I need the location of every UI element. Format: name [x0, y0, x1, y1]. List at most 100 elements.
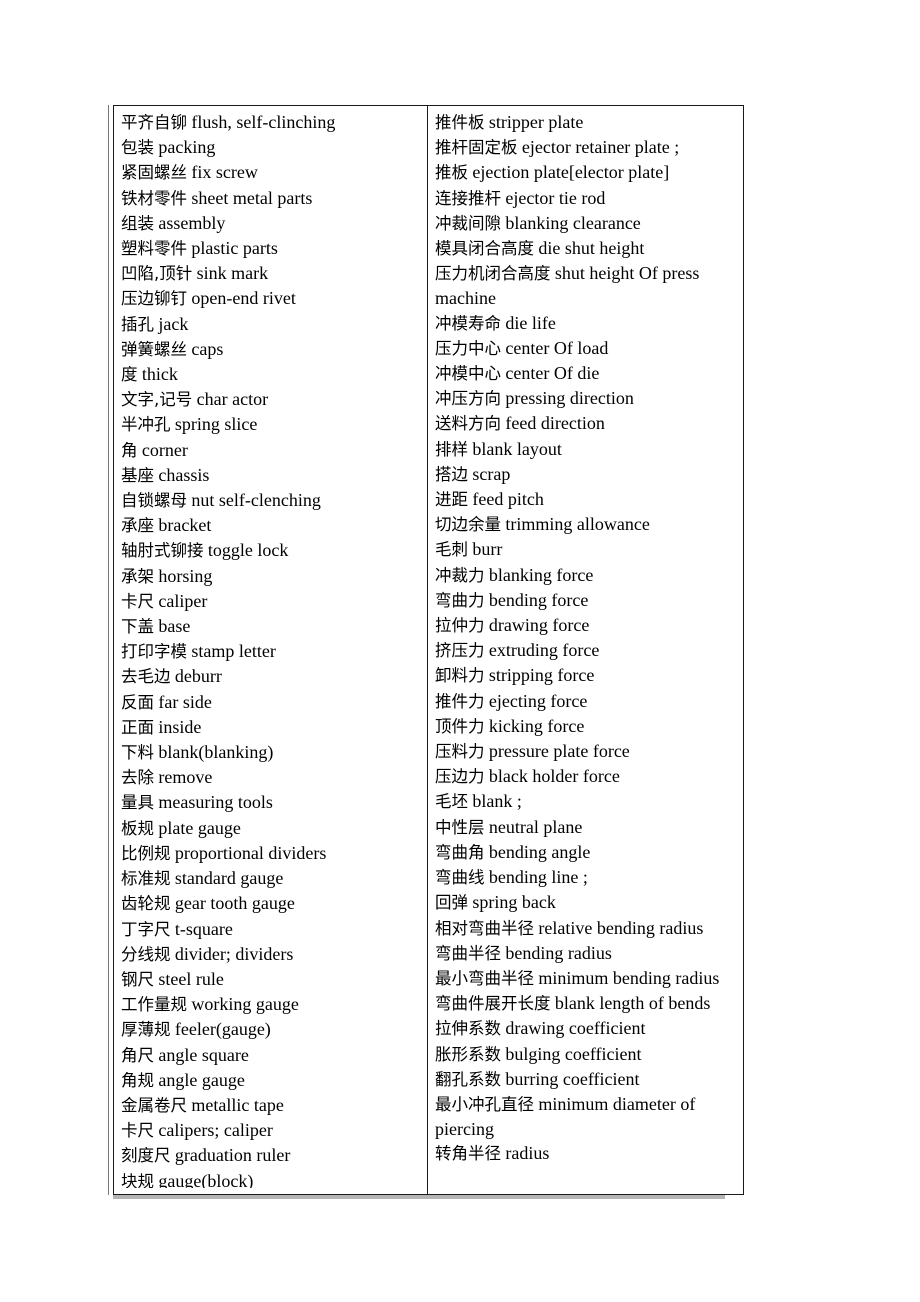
glossary-term-english: plastic parts — [191, 238, 278, 259]
glossary-term-english: open-end rivet — [191, 288, 296, 309]
glossary-term-english: stamp letter — [191, 641, 276, 662]
glossary-term-english: stripping force — [488, 665, 595, 686]
glossary-term-english: metallic tape — [191, 1094, 284, 1115]
glossary-entry: 最小冲孔直径 minimum diameter of piercing — [435, 1092, 739, 1141]
glossary-term-english: sink mark — [196, 263, 269, 284]
glossary-term-chinese: 金属卷尺 — [121, 1095, 187, 1115]
glossary-entry: 组装 assembly — [121, 211, 423, 236]
glossary-term-chinese: 插孔 — [121, 314, 154, 334]
glossary-entry: 角 corner — [121, 438, 423, 463]
glossary-entry: 工作量规 working gauge — [121, 992, 423, 1017]
glossary-term-chinese: 弯曲件展开长度 — [435, 994, 551, 1014]
glossary-term-chinese: 冲模中心 — [435, 364, 501, 384]
glossary-term-chinese: 送料方向 — [435, 414, 501, 434]
glossary-entry: 冲裁间隙 blanking clearance — [435, 211, 739, 236]
glossary-entry: 翻孔系数 burring coefficient — [435, 1067, 739, 1092]
glossary-entry: 压力机闭合高度 shut height Of press machine — [435, 261, 739, 310]
glossary-term-english: jack — [158, 313, 189, 334]
glossary-term-chinese: 转角半径 — [435, 1144, 501, 1164]
glossary-term-english: thick — [141, 364, 178, 385]
glossary-entry: 度 thick — [121, 362, 423, 387]
glossary-term-english: gauge(block) — [158, 1170, 254, 1188]
glossary-term-english: caliper — [158, 590, 208, 611]
glossary-entry: 压力中心 center Of load — [435, 336, 739, 361]
glossary-entry: 压料力 pressure plate force — [435, 739, 739, 764]
glossary-entry: 回弹 spring back — [435, 890, 739, 915]
glossary-term-english: pressure plate force — [488, 741, 630, 762]
glossary-entry: 金属卷尺 metallic tape — [121, 1093, 423, 1118]
glossary-term-chinese: 包装 — [121, 138, 154, 158]
glossary-entry: 卡尺 calipers; caliper — [121, 1118, 423, 1143]
glossary-term-english: bending line ; — [488, 867, 588, 888]
glossary-entry: 弯曲件展开长度 blank length of bends — [435, 991, 739, 1016]
glossary-term-english: char actor — [196, 389, 269, 410]
glossary-term-chinese: 排样 — [435, 439, 468, 459]
glossary-term-english: blanking clearance — [505, 212, 641, 233]
glossary-term-chinese: 丁字尺 — [121, 919, 171, 939]
glossary-term-english: neutral plane — [488, 816, 583, 837]
glossary-term-english: working gauge — [191, 994, 299, 1015]
glossary-term-english: divider; dividers — [174, 943, 294, 964]
glossary-entry: 卸料力 stripping force — [435, 663, 739, 688]
glossary-term-english: remove — [158, 767, 213, 788]
glossary-term-chinese: 角规 — [121, 1070, 154, 1090]
glossary-term-chinese: 模具闭合高度 — [435, 239, 534, 259]
glossary-term-english: blank layout — [472, 438, 562, 459]
glossary-term-chinese: 弹簧螺丝 — [121, 339, 187, 359]
glossary-term-english: sheet metal parts — [191, 187, 313, 208]
glossary-entry: 反面 far side — [121, 690, 423, 715]
glossary-term-english: measuring tools — [158, 792, 273, 813]
glossary-term-english: center Of die — [505, 363, 600, 384]
glossary-entry: 厚薄规 feeler(gauge) — [121, 1017, 423, 1042]
glossary-entry: 半冲孔 spring slice — [121, 412, 423, 437]
glossary-term-english: chassis — [158, 464, 210, 485]
glossary-term-chinese: 比例规 — [121, 843, 171, 863]
table-row: 平齐自铆 flush, self-clinching 包装 packing 紧固螺丝… — [113, 105, 744, 1195]
glossary-term-english: black holder force — [488, 766, 620, 787]
glossary-term-chinese: 工作量规 — [121, 995, 187, 1015]
glossary-term-chinese: 钢尺 — [121, 969, 154, 989]
glossary-term-chinese: 最小冲孔直径 — [435, 1094, 534, 1114]
glossary-term-chinese: 压边铆钉 — [121, 289, 187, 309]
glossary-entry: 铁材零件 sheet metal parts — [121, 186, 423, 211]
glossary-term-english: packing — [158, 137, 216, 158]
glossary-term-chinese: 轴肘式铆接 — [121, 541, 204, 561]
glossary-term-chinese: 块规 — [121, 1171, 154, 1188]
glossary-term-chinese: 基座 — [121, 465, 154, 485]
table-outer-frame: 平齐自铆 flush, self-clinching 包装 packing 紧固螺丝… — [108, 105, 744, 1199]
glossary-term-chinese: 压边力 — [435, 767, 485, 787]
glossary-entry: 连接推杆 ejector tie rod — [435, 186, 739, 211]
glossary-term-chinese: 压料力 — [435, 742, 485, 762]
glossary-term-english: radius — [505, 1143, 550, 1164]
glossary-entry: 打印字模 stamp letter — [121, 639, 423, 664]
glossary-term-english: feed direction — [505, 413, 605, 434]
glossary-term-chinese: 承座 — [121, 516, 154, 536]
glossary-entry: 压边铆钉 open-end rivet — [121, 286, 423, 311]
glossary-term-english: blanking force — [488, 564, 594, 585]
glossary-table-body: 平齐自铆 flush, self-clinching 包装 packing 紧固螺丝… — [113, 105, 744, 1195]
glossary-term-chinese: 组装 — [121, 213, 154, 233]
glossary-term-chinese: 冲裁间隙 — [435, 213, 501, 233]
glossary-entry: 基座 chassis — [121, 463, 423, 488]
glossary-term-english: kicking force — [488, 715, 585, 736]
glossary-entry: 块规 gauge(block) — [121, 1169, 423, 1188]
glossary-term-english: calipers; caliper — [158, 1120, 273, 1141]
glossary-entry: 凹陷,顶针 sink mark — [121, 261, 423, 286]
glossary-entry: 推板 ejection plate[elector plate] — [435, 160, 739, 185]
glossary-term-chinese: 最小弯曲半径 — [435, 968, 534, 988]
glossary-term-english: ejector tie rod — [505, 187, 606, 208]
glossary-entry: 平齐自铆 flush, self-clinching — [121, 110, 423, 135]
glossary-term-chinese: 弯曲角 — [435, 842, 485, 862]
glossary-term-chinese: 进距 — [435, 490, 468, 510]
glossary-term-chinese: 打印字模 — [121, 642, 187, 662]
glossary-entry: 轴肘式铆接 toggle lock — [121, 538, 423, 563]
glossary-entry: 标准规 standard gauge — [121, 866, 423, 891]
glossary-term-english: scrap — [472, 463, 511, 484]
glossary-entry: 插孔 jack — [121, 312, 423, 337]
glossary-term-chinese: 自锁螺母 — [121, 491, 187, 511]
glossary-term-english: spring back — [472, 892, 556, 913]
glossary-term-chinese: 拉仲力 — [435, 616, 485, 636]
glossary-entry: 毛坯 blank ; — [435, 789, 739, 814]
glossary-term-chinese: 卡尺 — [121, 1121, 154, 1141]
glossary-term-english: ejector retainer plate ; — [521, 137, 680, 158]
